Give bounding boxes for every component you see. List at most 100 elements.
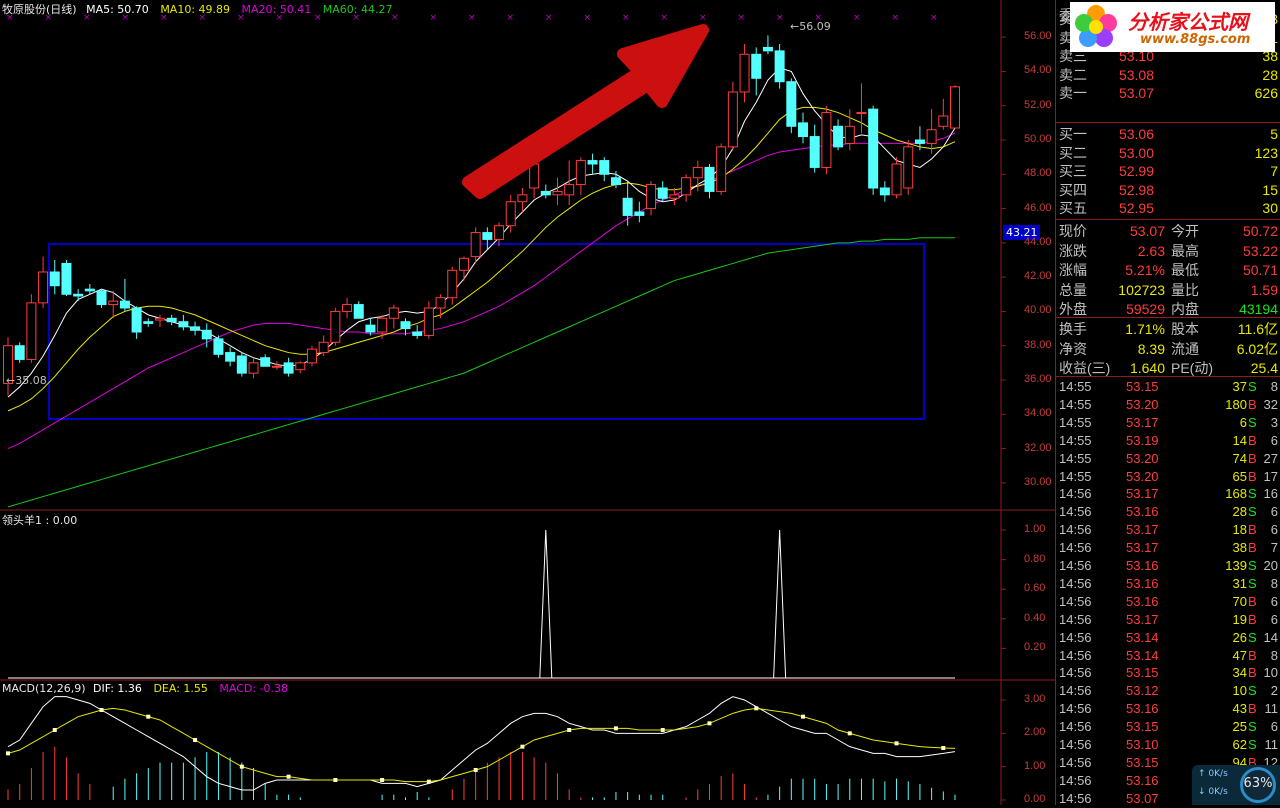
divider [1056, 219, 1280, 220]
tick-volume: 6 [1239, 414, 1247, 430]
top-marker: × [661, 13, 669, 23]
tick-side: B [1248, 647, 1257, 663]
dif-label: DIF: 1.36 [93, 682, 142, 695]
buy-level[interactable]: 买一 53.06 5 [1056, 125, 1280, 143]
cpu-percent: 63% [1243, 776, 1273, 791]
tick-time: 14:55 [1059, 396, 1092, 412]
tick-time: 14:56 [1059, 665, 1092, 681]
quote-row: 外盘 59529 内盘 43194 [1056, 300, 1280, 318]
candle-body [575, 160, 586, 186]
tick-row: 14:56 53.16 70 B 6 [1056, 593, 1280, 611]
logo-url[interactable]: www.88gs.com [1140, 32, 1250, 47]
tick-count: 8 [1270, 575, 1278, 591]
candle-body [14, 345, 25, 360]
candle-body [868, 108, 879, 189]
candle-body [622, 197, 633, 216]
high-price-label: ←56.09 [790, 20, 831, 33]
candle-body [96, 290, 107, 306]
tick-volume: 139 [1225, 558, 1247, 573]
buy-level[interactable]: 买三 52.99 7 [1056, 162, 1280, 180]
tick-count: 8 [1270, 647, 1278, 663]
tick-price: 53.16 [1126, 575, 1159, 591]
quote-row: 收益(三) 1.640 PE(动) 25.4 [1056, 359, 1280, 377]
indicator-tick-label: 0.40 [1024, 611, 1046, 624]
tick-volume: 14 [1232, 432, 1247, 448]
candle-body [646, 184, 657, 210]
candle-body [283, 362, 294, 374]
logo-title: 分析家公式网 [1128, 10, 1248, 34]
candle-body [271, 365, 282, 368]
macd-tick-label: 0.00 [1024, 793, 1046, 805]
tick-count: 20 [1263, 558, 1278, 573]
quote-row: 涨跌 2.63 最高 53.22 [1056, 242, 1280, 260]
dea-dot [473, 768, 478, 772]
dea-dot [567, 728, 572, 732]
buy-level[interactable]: 买五 52.95 30 [1056, 199, 1280, 217]
tick-side: B [1248, 450, 1257, 466]
level-price: 53.08 [1118, 66, 1154, 83]
candle-body [166, 317, 177, 323]
macd-name: MACD(12,26,9) [2, 682, 86, 695]
tick-time: 14:56 [1059, 701, 1092, 717]
tick-row: 14:55 53.17 6 S 3 [1056, 414, 1280, 432]
ma5-line [7, 67, 956, 398]
buy-level[interactable]: 买二 53.00 123 [1056, 144, 1280, 162]
tick-time: 14:56 [1059, 772, 1092, 788]
quote-value: 2.63 [1137, 242, 1165, 259]
candle-body [306, 348, 317, 364]
dea-dot [754, 706, 759, 711]
quote-value: 53.22 [1242, 242, 1278, 259]
dea-dot [6, 751, 10, 756]
tick-volume: 34 [1232, 665, 1247, 681]
tick-count: 27 [1263, 450, 1278, 466]
tick-price: 53.16 [1126, 558, 1159, 573]
tick-time: 14:55 [1059, 432, 1092, 448]
sell-level[interactable]: 卖二 53.08 28 [1056, 66, 1280, 84]
tick-side: S [1248, 414, 1257, 430]
dea-dot [941, 746, 946, 750]
candle-body [669, 194, 680, 199]
sell-level[interactable]: 卖一 53.07 626 [1056, 84, 1280, 102]
price-tick-label: 56.00 [1024, 30, 1052, 43]
dea-label: DEA: 1.55 [153, 682, 208, 695]
indicator-spike [773, 529, 787, 679]
level-label: 卖二 [1059, 66, 1087, 83]
candle-body [903, 146, 914, 189]
dea-dot [286, 774, 291, 779]
candle-body [926, 129, 937, 144]
consolidation-box [48, 243, 925, 420]
candle-body [517, 194, 528, 203]
tick-side: S [1248, 575, 1257, 591]
tick-side: S [1248, 486, 1257, 502]
tick-price: 53.17 [1126, 540, 1159, 556]
tick-side: B [1248, 522, 1257, 538]
tick-count: 2 [1270, 683, 1278, 699]
top-marker: × [468, 13, 476, 23]
tick-row: 14:56 53.14 26 S 14 [1056, 629, 1280, 647]
candle-body [938, 115, 949, 127]
candle-body [61, 262, 72, 295]
tick-volume: 18 [1232, 522, 1247, 538]
dea-dot [660, 728, 665, 732]
tick-row: 14:56 53.16 31 S 8 [1056, 575, 1280, 593]
tick-time: 14:56 [1059, 683, 1092, 699]
candle-body [844, 125, 855, 144]
candle-body [131, 307, 142, 333]
tick-volume: 19 [1232, 611, 1247, 627]
tick-price: 53.16 [1126, 504, 1159, 520]
candle-body [318, 341, 329, 354]
indicator-spike [539, 529, 553, 679]
tick-count: 6 [1270, 611, 1278, 627]
candle-body [38, 271, 49, 304]
candle-body [236, 355, 247, 374]
buy-level[interactable]: 买四 52.98 15 [1056, 181, 1280, 199]
top-marker: × [738, 13, 746, 23]
tick-volume: 168 [1225, 486, 1247, 502]
quote-label: 现价 [1059, 223, 1087, 239]
candle-body [494, 225, 505, 240]
candle-body [423, 307, 434, 336]
candle-body [540, 190, 551, 196]
level-volume: 626 [1254, 85, 1278, 101]
dea-line [7, 707, 956, 783]
dea-dot [613, 726, 618, 731]
